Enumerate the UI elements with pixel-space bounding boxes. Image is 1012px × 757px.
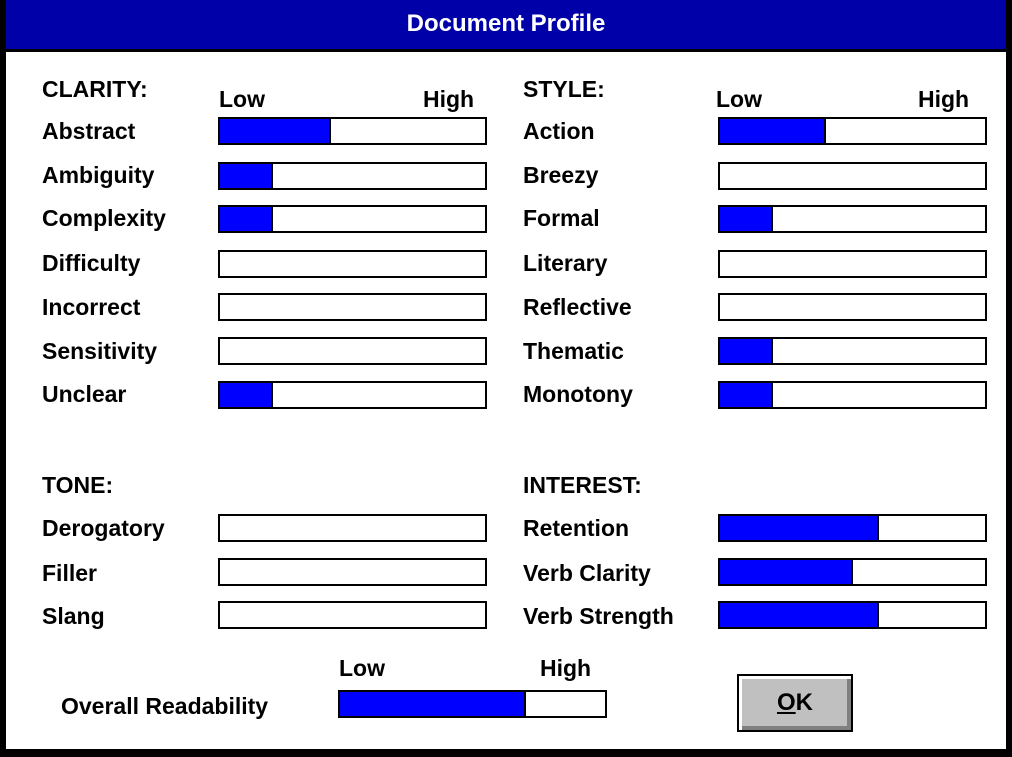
style-scale-low: Low bbox=[716, 86, 762, 112]
clarity-bar-ambiguity bbox=[218, 162, 487, 190]
style-bar-action bbox=[718, 117, 987, 145]
style-bar-thematic-fill bbox=[720, 339, 773, 363]
clarity-label-ambiguity: Ambiguity bbox=[42, 162, 155, 188]
style-bar-breezy bbox=[718, 162, 987, 190]
overall-scale-high: High bbox=[540, 655, 592, 681]
tone-heading: TONE: bbox=[42, 472, 114, 498]
clarity-bar-unclear bbox=[218, 381, 487, 409]
clarity-scale-low: Low bbox=[219, 86, 265, 112]
interest-label-verb-clarity: Verb Clarity bbox=[523, 560, 651, 586]
document-profile-dialog: Document Profile CLARITY: Low High Abstr… bbox=[0, 0, 1012, 757]
style-bar-monotony-fill bbox=[720, 383, 773, 407]
clarity-bar-complexity bbox=[218, 205, 487, 233]
tone-label-slang: Slang bbox=[42, 603, 105, 629]
tone-bar-slang bbox=[218, 601, 487, 629]
style-scale-high: High bbox=[918, 86, 970, 112]
dialog-border-right bbox=[1006, 0, 1012, 757]
clarity-label-difficulty: Difficulty bbox=[42, 250, 141, 276]
clarity-label-abstract: Abstract bbox=[42, 118, 136, 144]
clarity-bar-abstract bbox=[218, 117, 487, 145]
style-bar-formal bbox=[718, 205, 987, 233]
style-label-literary: Literary bbox=[523, 250, 608, 276]
clarity-scale-high: High bbox=[423, 86, 475, 112]
style-bar-formal-fill bbox=[720, 207, 773, 231]
style-label-action: Action bbox=[523, 118, 595, 144]
style-label-formal: Formal bbox=[523, 205, 600, 231]
style-bar-monotony bbox=[718, 381, 987, 409]
clarity-bar-complexity-fill bbox=[220, 207, 273, 231]
clarity-bar-sensitivity bbox=[218, 337, 487, 365]
overall-readability-label: Overall Readability bbox=[61, 693, 269, 719]
dialog-title-bar: Document Profile bbox=[6, 0, 1006, 52]
tone-label-derogatory: Derogatory bbox=[42, 515, 165, 541]
tone-bar-derogatory bbox=[218, 514, 487, 542]
style-bar-reflective bbox=[718, 293, 987, 321]
ok-button-rest: K bbox=[795, 689, 813, 716]
dialog-border-left bbox=[0, 0, 6, 757]
clarity-label-sensitivity: Sensitivity bbox=[42, 338, 158, 364]
ok-button[interactable]: OK bbox=[737, 674, 853, 732]
clarity-bar-incorrect bbox=[218, 293, 487, 321]
clarity-bar-abstract-fill bbox=[220, 119, 332, 143]
dialog-border-bottom bbox=[0, 749, 1012, 757]
overall-readability-bar bbox=[338, 690, 607, 718]
interest-bar-verb-strength-fill bbox=[720, 603, 879, 627]
tone-bar-filler bbox=[218, 558, 487, 586]
interest-bar-retention bbox=[718, 514, 987, 542]
interest-label-verb-strength: Verb Strength bbox=[523, 603, 674, 629]
interest-bar-verb-clarity bbox=[718, 558, 987, 586]
style-label-monotony: Monotony bbox=[523, 381, 633, 407]
clarity-label-complexity: Complexity bbox=[42, 205, 166, 231]
clarity-label-unclear: Unclear bbox=[42, 381, 127, 407]
interest-bar-verb-strength bbox=[718, 601, 987, 629]
style-label-breezy: Breezy bbox=[523, 162, 599, 188]
clarity-bar-unclear-fill bbox=[220, 383, 273, 407]
style-label-thematic: Thematic bbox=[523, 338, 624, 364]
overall-scale-low: Low bbox=[339, 655, 385, 681]
style-bar-action-fill bbox=[720, 119, 826, 143]
tone-label-filler: Filler bbox=[42, 560, 97, 586]
interest-bar-retention-fill bbox=[720, 516, 879, 540]
style-bar-literary bbox=[718, 250, 987, 278]
style-bar-thematic bbox=[718, 337, 987, 365]
style-label-reflective: Reflective bbox=[523, 294, 632, 320]
clarity-bar-difficulty bbox=[218, 250, 487, 278]
clarity-heading: CLARITY: bbox=[42, 76, 148, 102]
interest-bar-verb-clarity-fill bbox=[720, 560, 853, 584]
clarity-bar-ambiguity-fill bbox=[220, 164, 273, 188]
overall-readability-bar-fill bbox=[340, 692, 526, 716]
interest-heading: INTEREST: bbox=[523, 472, 642, 498]
style-heading: STYLE: bbox=[523, 76, 605, 102]
ok-button-mnemonic: O bbox=[776, 689, 796, 716]
clarity-label-incorrect: Incorrect bbox=[42, 294, 141, 320]
interest-label-retention: Retention bbox=[523, 515, 630, 541]
